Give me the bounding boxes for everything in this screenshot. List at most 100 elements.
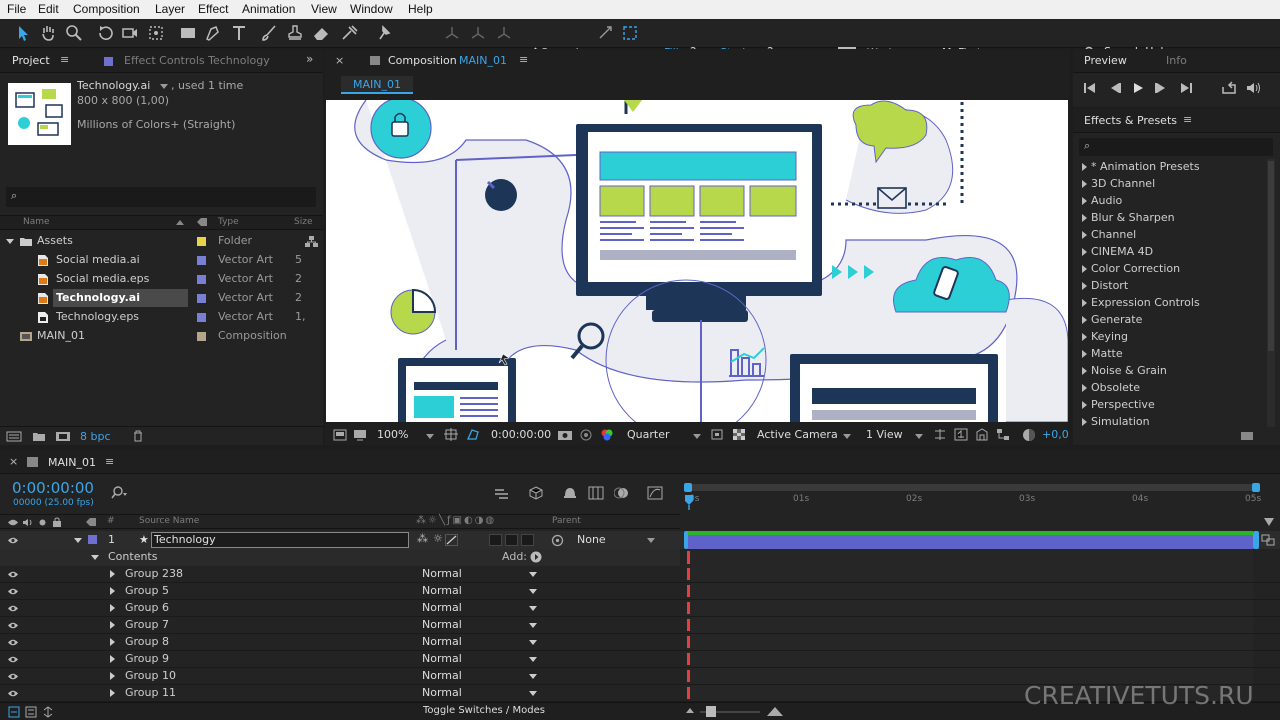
- zoom-tool-icon[interactable]: [64, 23, 84, 43]
- group-visibility-icon[interactable]: [7, 621, 19, 630]
- comp-mini-flowchart-icon[interactable]: [494, 487, 510, 501]
- category-expand-icon[interactable]: [1082, 248, 1087, 256]
- work-area-start-handle[interactable]: [684, 531, 688, 549]
- timeline-timecode[interactable]: 0:00:00:00: [12, 479, 94, 497]
- group-expand-icon[interactable]: [110, 655, 115, 663]
- composition-viewer[interactable]: [326, 100, 1068, 422]
- camera-view-dropdown-icon[interactable]: [843, 434, 851, 439]
- effects-category-item[interactable]: Blur & Sharpen: [1073, 210, 1265, 227]
- timeline-search-icon[interactable]: [111, 486, 129, 500]
- magnification-dropdown-icon[interactable]: [426, 434, 434, 439]
- time-ruler[interactable]: 0s 01s 02s 03s 04s 05s: [684, 480, 1261, 510]
- layer-label-color[interactable]: [88, 535, 97, 544]
- category-expand-icon[interactable]: [1082, 231, 1087, 239]
- category-expand-icon[interactable]: [1082, 214, 1087, 222]
- toggle-switches-modes-button[interactable]: Toggle Switches / Modes: [423, 705, 545, 716]
- menu-file[interactable]: File: [7, 2, 26, 16]
- zoom-in-icon[interactable]: [766, 705, 784, 717]
- hand-tool-icon[interactable]: [38, 23, 58, 43]
- selection-tool-icon[interactable]: [13, 23, 33, 43]
- new-composition-icon[interactable]: [55, 431, 71, 442]
- parent-select[interactable]: None: [577, 533, 606, 546]
- clone-stamp-tool-icon[interactable]: [285, 23, 305, 43]
- blend-mode-dropdown-icon[interactable]: [529, 572, 537, 577]
- effect-controls-tab[interactable]: Effect Controls Technology: [124, 54, 270, 67]
- snap-features-icon[interactable]: [620, 23, 640, 43]
- draft-3d-icon[interactable]: [528, 485, 544, 501]
- group-visibility-icon[interactable]: [7, 689, 19, 698]
- exposure-value[interactable]: +0,0: [1042, 428, 1069, 441]
- effects-category-item[interactable]: Channel: [1073, 227, 1265, 244]
- view-layout-dropdown-icon[interactable]: [915, 434, 923, 439]
- category-expand-icon[interactable]: [1082, 384, 1087, 392]
- effects-category-item[interactable]: Simulation: [1073, 414, 1265, 429]
- effects-category-item[interactable]: Perspective: [1073, 397, 1265, 414]
- motion-blur-icon[interactable]: [614, 486, 630, 500]
- first-frame-icon[interactable]: [1083, 82, 1097, 94]
- shape-group-row[interactable]: Group 7 Normal: [0, 617, 1280, 634]
- effects-presets-tab[interactable]: Effects & Presets: [1084, 114, 1177, 127]
- rotate-tool-icon[interactable]: [95, 23, 115, 43]
- lock-header-icon[interactable]: [52, 517, 62, 527]
- show-snapshot-icon[interactable]: [579, 428, 593, 441]
- region-of-interest-icon[interactable]: [710, 428, 724, 441]
- group-expand-icon[interactable]: [110, 638, 115, 646]
- project-item[interactable]: MAIN_01 Composition: [0, 327, 323, 346]
- timeline-icon[interactable]: [975, 428, 989, 441]
- category-expand-icon[interactable]: [1082, 180, 1087, 188]
- effects-category-item[interactable]: Generate: [1073, 312, 1265, 329]
- shape-group-row[interactable]: Group 9 Normal: [0, 651, 1280, 668]
- group-blend-mode[interactable]: Normal: [422, 686, 462, 699]
- effects-category-item[interactable]: Expression Controls: [1073, 295, 1265, 312]
- folder-expand-icon[interactable]: [6, 239, 14, 244]
- frame-blending-icon[interactable]: [588, 486, 604, 500]
- project-item[interactable]: Technology.eps Vector Art 1,: [0, 308, 323, 327]
- previous-frame-icon[interactable]: [1108, 82, 1122, 94]
- axis-world-icon[interactable]: [468, 23, 488, 43]
- layer-adjustment-switch[interactable]: [505, 534, 518, 546]
- group-visibility-icon[interactable]: [7, 587, 19, 596]
- puppet-pin-tool-icon[interactable]: [374, 23, 394, 43]
- layer-name-field[interactable]: Technology: [151, 532, 409, 548]
- fast-previews-icon[interactable]: [954, 428, 968, 441]
- resolution-select[interactable]: Quarter: [627, 428, 670, 441]
- project-item-label[interactable]: [197, 237, 206, 246]
- audio-switch-header-icon[interactable]: [22, 518, 32, 527]
- effects-category-item[interactable]: Keying: [1073, 329, 1265, 346]
- time-navigator-bar[interactable]: [684, 484, 1258, 491]
- pan-behind-tool-icon[interactable]: [146, 23, 166, 43]
- project-item-label[interactable]: [197, 313, 206, 322]
- expand-layer-switches-icon[interactable]: [8, 706, 20, 718]
- delete-icon[interactable]: [132, 430, 144, 442]
- blend-mode-dropdown-icon[interactable]: [529, 589, 537, 594]
- menu-view[interactable]: View: [311, 2, 337, 16]
- interpret-footage-icon[interactable]: [6, 431, 22, 442]
- type-tool-icon[interactable]: [229, 23, 249, 43]
- navigator-end-handle[interactable]: [1252, 483, 1260, 492]
- play-icon[interactable]: [1131, 82, 1145, 94]
- source-name-header[interactable]: Source Name: [139, 516, 199, 526]
- category-expand-icon[interactable]: [1082, 333, 1087, 341]
- category-expand-icon[interactable]: [1082, 163, 1087, 171]
- project-item-label[interactable]: [197, 294, 206, 303]
- group-blend-mode[interactable]: Normal: [422, 584, 462, 597]
- project-item-label[interactable]: [197, 275, 206, 284]
- effects-category-item[interactable]: Color Correction: [1073, 261, 1265, 278]
- category-expand-icon[interactable]: [1082, 265, 1087, 273]
- project-item-label[interactable]: [197, 332, 206, 341]
- category-expand-icon[interactable]: [1082, 418, 1087, 426]
- graph-editor-icon[interactable]: [647, 486, 663, 500]
- add-shape-property-icon[interactable]: [530, 551, 542, 563]
- group-blend-mode[interactable]: Normal: [422, 652, 462, 665]
- next-frame-icon[interactable]: [1154, 82, 1168, 94]
- column-size[interactable]: Size: [294, 217, 312, 227]
- preview-tab[interactable]: Preview: [1084, 54, 1127, 67]
- menu-help[interactable]: Help: [408, 2, 433, 16]
- timeline-tab[interactable]: MAIN_01: [48, 456, 96, 469]
- work-area-end-handle[interactable]: [1253, 531, 1259, 549]
- effects-category-item[interactable]: Noise & Grain: [1073, 363, 1265, 380]
- zoom-out-icon[interactable]: [686, 708, 694, 713]
- menu-edit[interactable]: Edit: [38, 2, 59, 16]
- shape-group-row[interactable]: Group 238 Normal: [0, 566, 1280, 583]
- grid-guides-icon[interactable]: [444, 428, 458, 441]
